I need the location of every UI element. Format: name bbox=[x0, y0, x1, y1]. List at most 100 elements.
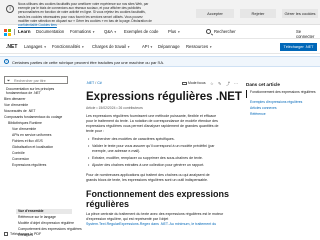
toc-item[interactable]: Nouveautés de .NET bbox=[4, 109, 35, 113]
product-title[interactable]: .NET bbox=[6, 44, 17, 50]
toc-item[interactable]: Composants fondamentaux du codage bbox=[4, 115, 62, 119]
section-heading: Fonctionnement des expressions régulière… bbox=[86, 189, 230, 209]
download-pdf-label: Télécharger le PDF bbox=[10, 232, 42, 236]
cookie-banner: i Nous utilisons des cookies facultatifs… bbox=[0, 0, 320, 27]
chevron-down-icon: ▼ bbox=[92, 30, 96, 34]
toc-item[interactable]: Contrôle bbox=[12, 151, 25, 155]
toc-item[interactable]: Expressions régulières bbox=[12, 163, 46, 167]
toc-item[interactable]: Vue d'ensemble bbox=[4, 103, 28, 107]
bullet-item: Ajouter des chaînes extraites à une coll… bbox=[88, 163, 240, 168]
breadcrumb-item[interactable]: .NET bbox=[86, 81, 94, 85]
toc-item[interactable]: APIs en service uniformes bbox=[12, 133, 51, 137]
rail-item[interactable]: Exemples d'expressions régulières bbox=[250, 100, 320, 104]
rail-item[interactable]: Fonctionnement des expressions régulière… bbox=[250, 90, 320, 94]
reject-cookies-button[interactable]: Rejeter bbox=[240, 9, 276, 18]
breadcrumb: .NET/C# bbox=[86, 81, 102, 85]
paragraph: Pour de nombreuses applications qui trai… bbox=[86, 173, 240, 183]
nav-formations[interactable]: Formations ▼ bbox=[70, 29, 95, 34]
nav-documentation[interactable]: Documentation bbox=[36, 29, 64, 34]
site-header: Learn Documentation Formations ▼ Q&A ▼ E… bbox=[0, 25, 320, 39]
edit-icon[interactable]: ✎ bbox=[218, 81, 221, 86]
toc-filter[interactable]: ⏷ bbox=[4, 76, 68, 84]
nav-langages[interactable]: Langages ▼ bbox=[24, 44, 47, 49]
toc-item[interactable]: fondamentaux de .NET bbox=[6, 91, 41, 95]
signin-link[interactable]: Se connecter bbox=[296, 29, 320, 39]
download-icon bbox=[4, 232, 8, 237]
nav-troubleshooting[interactable]: Dépannage bbox=[158, 44, 180, 49]
regex-api-link[interactable]: System.Text.RegularExpressions.Regex dan… bbox=[86, 222, 240, 227]
rail-title: Dans cet article bbox=[246, 82, 280, 87]
toc-item[interactable]: Fichiers et flux d'E/S bbox=[12, 139, 43, 143]
product-header: .NET Langages ▼ Fonctionnalités ▼ Charge… bbox=[0, 40, 320, 54]
chevron-down-icon: ▼ bbox=[43, 45, 47, 49]
chevron-down-icon: ▼ bbox=[177, 30, 181, 34]
toc-sidebar: ⏷ Documentation sur les principes fondam… bbox=[0, 76, 82, 240]
nav-label: API bbox=[142, 44, 149, 49]
search-label[interactable]: Rechercher bbox=[214, 29, 236, 34]
filter-icon: ⏷ bbox=[7, 78, 11, 83]
nav-label: Formations bbox=[70, 29, 91, 34]
nav-code-samples[interactable]: Exemples de code bbox=[124, 29, 158, 34]
nav-more[interactable]: Plus ▼ bbox=[168, 29, 180, 34]
notice-text: Certaines parties de cette rubrique peuv… bbox=[12, 60, 165, 65]
toc-item[interactable]: Globalisation et localisation bbox=[12, 145, 53, 149]
focus-mode-button[interactable]: Mode focus bbox=[182, 81, 206, 85]
rail-active-indicator bbox=[246, 90, 247, 98]
toc-item[interactable]: Vue d'ensemble bbox=[12, 127, 36, 131]
toc-item[interactable]: Bibliothèques Runtime bbox=[8, 121, 42, 125]
page-title: Expressions régulières .NET bbox=[86, 91, 242, 103]
rail-item[interactable]: Référence bbox=[250, 112, 320, 116]
microsoft-logo[interactable] bbox=[4, 29, 11, 36]
chevron-down-icon: ▼ bbox=[127, 45, 131, 49]
info-icon: i bbox=[4, 59, 9, 64]
breadcrumb-item[interactable]: C# bbox=[97, 81, 102, 85]
article-meta: Article • 15/02/2024 • 26 contributeurs bbox=[86, 106, 143, 110]
toc-filter-input[interactable] bbox=[14, 78, 66, 83]
bullet-item: Valider le texte pour vous assurer qu'il… bbox=[88, 144, 240, 154]
text-line: expressions régulières vous permet d'ana… bbox=[86, 124, 219, 128]
search-icon[interactable] bbox=[206, 29, 211, 34]
cookie-text: Nous utilisons des cookies facultatifs p… bbox=[18, 2, 176, 27]
nav-resources[interactable]: Ressources ▼ bbox=[186, 44, 212, 49]
accept-cookies-button[interactable]: Accepter bbox=[196, 9, 234, 18]
nav-label: Fonctionnalités bbox=[52, 44, 81, 49]
nav-api[interactable]: API ▼ bbox=[142, 44, 153, 49]
toc-item-active[interactable]: Vue d'ensemble bbox=[18, 209, 44, 213]
chevron-down-icon: ▼ bbox=[149, 45, 153, 49]
chevron-down-icon: ▼ bbox=[209, 45, 213, 49]
focus-mode-icon bbox=[182, 81, 187, 85]
toc-item[interactable]: Référence sur le langage bbox=[18, 215, 56, 219]
download-dotnet-button[interactable]: Télécharger .NET bbox=[280, 43, 317, 51]
info-icon: i bbox=[6, 5, 14, 13]
paragraph: La pièce centrale du traitement du texte… bbox=[86, 212, 240, 227]
nav-features[interactable]: Fonctionnalités ▼ bbox=[52, 44, 84, 49]
nav-label: Q&A bbox=[104, 29, 113, 34]
nav-label: Langages bbox=[24, 44, 43, 49]
chevron-down-icon: ▼ bbox=[113, 30, 117, 34]
text-line: exemple, une adresse e-mail). bbox=[92, 149, 141, 153]
text-line: texte pour : bbox=[86, 129, 104, 133]
rail-item[interactable]: Articles connexes bbox=[250, 106, 320, 110]
toc-item[interactable]: Modèle d'objet d'expression régulière bbox=[18, 221, 74, 225]
article: .NET/C# Mode focus ☆ ✎ ⤴ ⋯ Expressions r… bbox=[78, 72, 242, 240]
bullet-item: Rechercher des modèles de caractères spé… bbox=[88, 137, 240, 142]
share-icon[interactable]: ⤴ bbox=[226, 81, 230, 87]
nav-qa[interactable]: Q&A ▼ bbox=[104, 29, 117, 34]
bookmark-icon[interactable]: ☆ bbox=[210, 81, 214, 86]
manage-cookies-button[interactable]: Gérer les cookies bbox=[282, 9, 318, 18]
focus-mode-label: Mode focus bbox=[188, 81, 206, 85]
toc-item[interactable]: Bien démarrer bbox=[4, 97, 25, 101]
intro-paragraph: Les expressions régulières fournissent u… bbox=[86, 114, 240, 134]
bullet-item: Extraire, modifier, remplacer ou supprim… bbox=[88, 156, 240, 161]
more-options-icon[interactable]: ⋯ bbox=[234, 81, 238, 86]
chevron-down-icon: ▼ bbox=[81, 45, 85, 49]
learn-link[interactable]: Learn bbox=[18, 29, 31, 34]
download-pdf-link[interactable]: Télécharger le PDF bbox=[4, 232, 68, 237]
header-divider bbox=[14, 29, 15, 35]
nav-label: Ressources bbox=[186, 44, 209, 49]
toc-item[interactable]: Conversion bbox=[12, 157, 29, 161]
text-line: grands blocs de texte, les expressions r… bbox=[86, 178, 209, 182]
nav-workloads[interactable]: Charges de travail ▼ bbox=[92, 44, 130, 49]
translation-notice: i Certaines parties de cette rubrique pe… bbox=[0, 56, 320, 67]
toc-item[interactable]: Comportement des expressions régulières bbox=[18, 227, 82, 231]
